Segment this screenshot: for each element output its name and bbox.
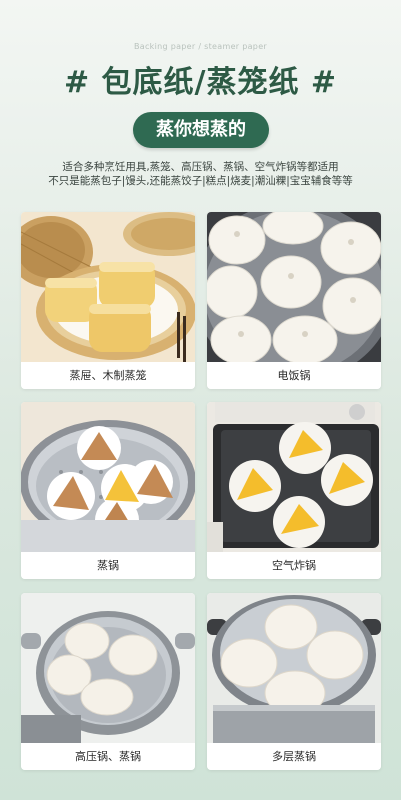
card-pressure-cooker: 高压锅、蒸锅 — [21, 593, 195, 770]
description-line-1: 适合多种烹饪用具,蒸笼、高压锅、蒸锅、空气炸锅等都适用 — [62, 161, 339, 173]
card-multi-layer-steamer: 多层蒸锅 — [207, 593, 381, 770]
card-label: 蒸屉、木制蒸笼 — [21, 362, 195, 389]
card-rice-cooker: 电饭锅 — [207, 212, 381, 389]
card-label: 蒸锅 — [21, 552, 195, 579]
multi-layer-steamer-photo — [207, 593, 381, 743]
description-line-2: 不只是能蒸包子|馒头,还能蒸饺子|糕点|烧麦|潮汕粿|宝宝辅食等等 — [48, 175, 353, 187]
card-label: 高压锅、蒸锅 — [21, 743, 195, 770]
card-label: 空气炸锅 — [207, 552, 381, 579]
card-air-fryer: 空气炸锅 — [207, 402, 381, 579]
air-fryer-photo — [207, 402, 381, 552]
slogan-pill: 蒸你想蒸的 — [133, 112, 269, 148]
bamboo-steamer-photo — [21, 212, 195, 362]
rice-cooker-photo — [207, 212, 381, 362]
page-subtitle: Backing paper / steamer paper — [133, 42, 268, 51]
card-label: 多层蒸锅 — [207, 743, 381, 770]
pressure-cooker-photo — [21, 593, 195, 743]
steam-pot-photo — [21, 402, 195, 552]
card-steam-pot: 蒸锅 — [21, 402, 195, 579]
product-page: Backing paper / steamer paper # 包底纸/蒸笼纸 … — [0, 0, 401, 800]
card-label: 电饭锅 — [207, 362, 381, 389]
card-bamboo-steamer: 蒸屉、木制蒸笼 — [21, 212, 195, 389]
description: 适合多种烹饪用具,蒸笼、高压锅、蒸锅、空气炸锅等都适用 不只是能蒸包子|馒头,还… — [0, 160, 401, 188]
page-title: # 包底纸/蒸笼纸 # — [63, 65, 338, 100]
